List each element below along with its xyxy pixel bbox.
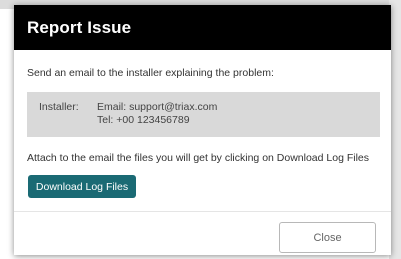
dialog-header: Report Issue — [14, 5, 391, 50]
installer-info-box: Installer: Email: support@triax.com Tel:… — [27, 92, 380, 137]
close-button[interactable]: Close — [279, 222, 376, 253]
report-issue-dialog: Report Issue Send an email to the instal… — [14, 5, 391, 255]
dialog-title: Report Issue — [27, 17, 132, 37]
installer-contact: Email: support@triax.com Tel: +00 123456… — [97, 101, 217, 127]
attach-instructions: Attach to the email the files you will g… — [27, 152, 370, 164]
footer-divider — [14, 211, 391, 212]
installer-label: Installer: — [39, 101, 79, 113]
installer-tel: Tel: +00 123456789 — [97, 114, 190, 126]
installer-email: Email: support@triax.com — [97, 101, 218, 113]
intro-text: Send an email to the installer explainin… — [27, 67, 274, 79]
download-log-files-button[interactable]: Download Log Files — [28, 175, 136, 198]
